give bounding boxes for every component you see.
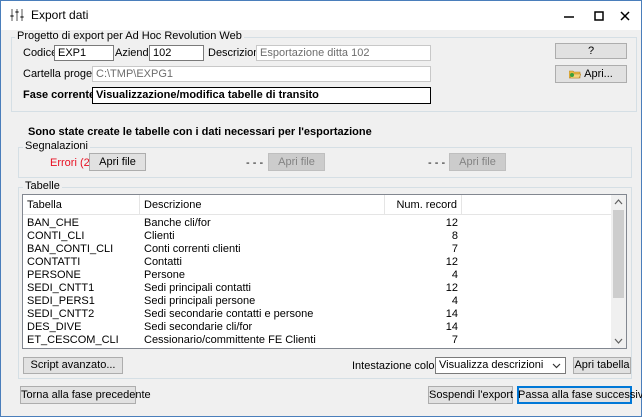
cartella-input[interactable]: C:\TMP\EXPG1 [92,66,431,82]
cell-tabella: DES_DIVE [27,321,82,333]
close-icon [620,11,630,21]
cell-num-record: 12 [445,256,458,268]
title-bar: Export dati [1,1,641,30]
cell-num-record: 14 [445,321,458,333]
cell-tabella: BAN_CONTI_CLI [27,243,114,255]
cell-num-record: 8 [451,230,458,242]
chevron-down-icon [552,363,561,369]
cell-descrizione: Persone [144,269,185,281]
table-row[interactable]: SEDI_CNTT2 Sedi secondarie contatti e per… [23,308,611,321]
cell-tabella: SEDI_CNTT2 [27,308,95,320]
cell-descrizione: Conti correnti clienti [144,243,241,255]
descrizione-input[interactable]: Esportazione ditta 102 [256,45,431,61]
close-button[interactable] [609,1,641,30]
cell-tabella: SEDI_PERS1 [27,295,95,307]
cell-num-record: 7 [451,243,458,255]
cell-descrizione: Sedi principali persone [144,295,256,307]
minimize-button[interactable] [553,1,585,30]
fase-input[interactable]: Visualizzazione/modifica tabelle di tran… [92,87,431,104]
cell-descrizione: Sedi principali contatti [144,282,252,294]
apri-file-2-button[interactable]: Apri file [268,153,325,171]
cell-tabella: PERSONE [27,269,81,281]
table-row[interactable]: SEDI_PERS1 Sedi principali persone 4 [23,295,611,308]
export-window: Export dati Progetto di export per Ad Ho… [0,0,642,417]
cell-tabella: SEDI_CNTT1 [27,282,95,294]
status-message: Sono state create le tabelle con i dati … [28,126,372,138]
maximize-icon [594,11,604,21]
sliders-icon [10,9,24,21]
table-row[interactable]: BAN_CONTI_CLI Conti correnti clienti 7 [23,243,611,256]
cell-descrizione: Sedi secondarie contatti e persone [144,308,314,320]
segnalazioni-label: Segnalazioni [23,140,90,152]
script-avanzato-button[interactable]: Script avanzato... [23,357,123,374]
scroll-thumb[interactable] [613,210,624,298]
table-row[interactable]: ET_CESCOM_CLI Cessionario/committente FE … [23,334,611,347]
vertical-scrollbar[interactable] [611,195,626,348]
cell-descrizione: Cessionario/committente FE Clienti [144,334,316,346]
column-header-descrizione[interactable]: Descrizione [140,195,385,215]
column-header-num-record[interactable]: Num. record [385,195,462,215]
table-row[interactable]: SEDI_CNTT1 Sedi principali contatti 12 [23,282,611,295]
cell-num-record: 4 [451,269,458,281]
tabelle-grid[interactable]: Tabella Descrizione Num. record BAN_CHE B… [22,194,627,349]
project-group-label: Progetto di export per Ad Hoc Revolution… [15,30,244,42]
cell-descrizione: Contatti [144,256,182,268]
azienda-input[interactable]: 102 [149,45,204,61]
cell-num-record: 12 [445,282,458,294]
suspend-button[interactable]: Sospendi l'export [428,386,513,404]
cell-num-record: 14 [445,308,458,320]
apri-project-button[interactable]: Apri... [555,65,627,83]
cell-descrizione: Sedi secondarie cli/for [144,321,253,333]
cell-num-record: 4 [451,295,458,307]
back-button[interactable]: Torna alla fase precedente [20,386,151,404]
cell-tabella: CONTATTI [27,256,81,268]
table-row[interactable]: PERSONE Persone 4 [23,269,611,282]
intestazione-select[interactable]: Visualizza descrizioni [435,357,566,374]
apri-file-errori-button[interactable]: Apri file [89,153,146,171]
window-title: Export dati [31,8,89,22]
cell-tabella: CONTI_CLI [27,230,85,242]
dash-placeholder-2: - - - [246,157,264,169]
cell-tabella: ET_CESCOM_CLI [27,334,119,346]
cell-tabella: BAN_CHE [27,217,79,229]
table-row[interactable]: BAN_CHE Banche cli/for 12 [23,217,611,230]
cell-num-record: 7 [451,334,458,346]
cell-num-record: 12 [445,217,458,229]
apri-file-3-button[interactable]: Apri file [449,153,506,171]
apri-tabella-button[interactable]: Apri tabella [573,357,631,374]
scroll-down-icon[interactable] [611,334,626,348]
codice-input[interactable]: EXP1 [54,45,114,61]
next-phase-button[interactable]: Passa alla fase successiva [517,386,642,404]
column-header-tabella[interactable]: Tabella [23,195,140,215]
cell-descrizione: Banche cli/for [144,217,211,229]
column-header-filler [462,195,611,215]
table-row[interactable]: CONTI_CLI Clienti 8 [23,230,611,243]
table-row[interactable]: DES_DIVE Sedi secondarie cli/for 14 [23,321,611,334]
scroll-up-icon[interactable] [611,195,626,209]
help-button[interactable]: ? [555,43,627,59]
folder-open-icon [568,70,582,79]
fase-label: Fase corrente: [23,89,99,101]
cell-descrizione: Clienti [144,230,175,242]
dash-placeholder-3: - - - [428,157,446,169]
errori-text: Errori (2) [50,157,94,169]
minimize-icon [564,16,574,18]
tabelle-label: Tabelle [23,180,62,192]
table-row[interactable]: CONTATTI Contatti 12 [23,256,611,269]
